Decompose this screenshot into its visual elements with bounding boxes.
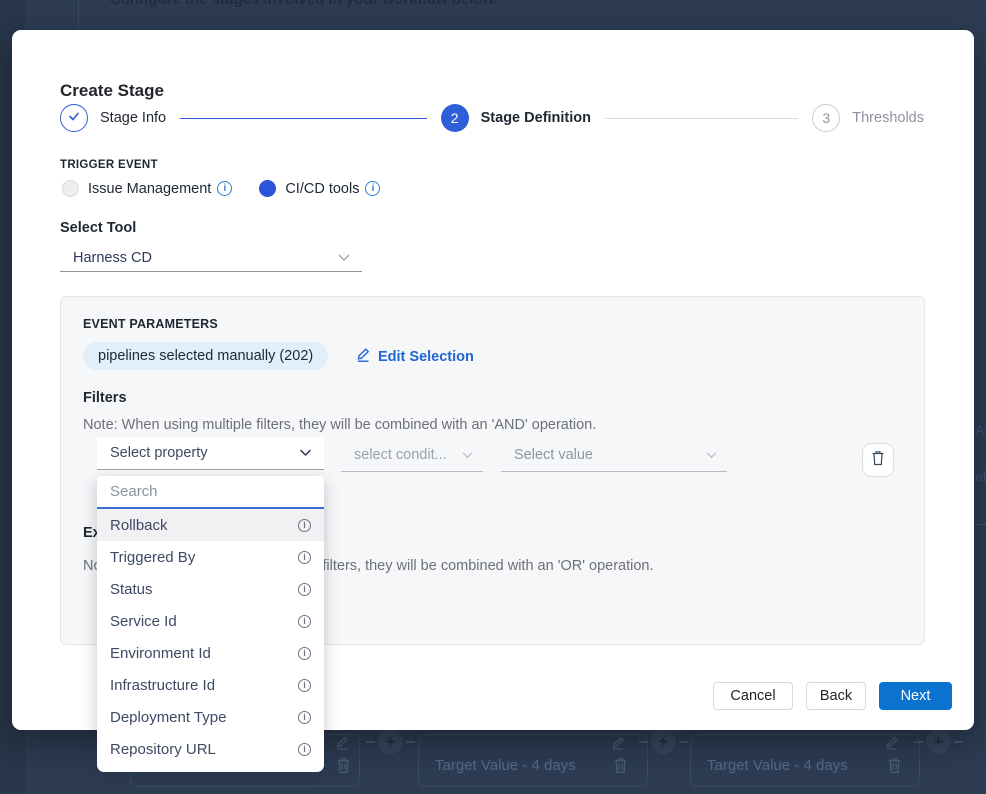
add-stage-button: + (651, 729, 676, 754)
dashed-connector (679, 741, 688, 743)
cancel-button[interactable]: Cancel (713, 682, 793, 710)
add-stage-button: + (926, 729, 951, 754)
option-label: Status (110, 581, 153, 598)
info-icon[interactable]: i (298, 519, 311, 532)
filters-heading: Filters (83, 390, 127, 406)
option-label: Deployment Type (110, 709, 226, 726)
chevron-down-icon (462, 446, 473, 464)
edit-selection-label: Edit Selection (378, 349, 474, 365)
option-label: Rollback (110, 517, 168, 534)
workflow-card-label: Target Value - 4 days (707, 757, 848, 774)
edit-selection-link[interactable]: Edit Selection (355, 347, 474, 367)
edit-icon (334, 735, 352, 751)
step-stage-definition[interactable]: 2 Stage Definition (441, 104, 591, 132)
trigger-event-options: Issue Management i CI/CD tools i (62, 180, 380, 197)
radio-label: Issue Management (88, 181, 211, 197)
option-status[interactable]: Status i (97, 573, 324, 605)
condition-placeholder: select condit... (354, 447, 447, 463)
workflow-card-label: Target Value - 4 days (435, 757, 576, 774)
chevron-down-icon (299, 444, 312, 462)
edit-icon (355, 347, 378, 367)
background-text-fragment: Ap (975, 422, 986, 438)
option-label: Triggered By (110, 549, 195, 566)
step-complete-circle (60, 104, 88, 132)
info-icon[interactable]: i (298, 615, 311, 628)
dashed-connector (954, 741, 963, 743)
condition-dropdown[interactable]: select condit... (341, 439, 483, 472)
trash-icon (613, 757, 631, 774)
dashed-connector (639, 741, 648, 743)
dashed-connector (406, 741, 415, 743)
info-icon[interactable]: i (298, 679, 311, 692)
trigger-event-label: TRIGGER EVENT (60, 159, 158, 171)
property-placeholder: Select property (110, 445, 208, 461)
radio-label: CI/CD tools (285, 181, 359, 197)
edit-icon (884, 735, 902, 751)
info-icon[interactable]: i (217, 181, 232, 196)
filters-note: Note: When using multiple filters, they … (83, 417, 596, 433)
radio-selected[interactable] (259, 180, 276, 197)
info-icon[interactable]: i (298, 647, 311, 660)
add-stage-button: + (378, 729, 403, 754)
info-icon[interactable]: i (298, 583, 311, 596)
delete-filter-button[interactable] (862, 443, 894, 477)
option-repository-url[interactable]: Repository URL i (97, 733, 324, 765)
chevron-down-icon (706, 446, 717, 464)
step-stage-info[interactable]: Stage Info (60, 104, 166, 132)
option-label: Infrastructure Id (110, 677, 215, 694)
event-parameters-heading: EVENT PARAMETERS (83, 317, 218, 331)
select-tool-value: Harness CD (73, 250, 152, 266)
step-label: Thresholds (852, 110, 924, 126)
option-triggered-by[interactable]: Triggered By i (97, 541, 324, 573)
radio-issue-management[interactable]: Issue Management i (62, 180, 232, 197)
back-button[interactable]: Back (806, 682, 866, 710)
create-stage-modal: Create Stage Stage Info 2 Stage Definiti… (12, 30, 974, 730)
option-label: Repository URL (110, 741, 216, 758)
property-dropdown[interactable]: Select property (97, 437, 324, 470)
stepper-connector (180, 118, 427, 119)
info-icon[interactable]: i (365, 181, 380, 196)
step-label: Stage Info (100, 110, 166, 126)
step-thresholds[interactable]: 3 Thresholds (812, 104, 924, 132)
background-divider (78, 0, 79, 30)
modal-title: Create Stage (60, 81, 164, 101)
option-rollback[interactable]: Rollback i (97, 509, 324, 541)
check-icon (66, 108, 82, 129)
option-infrastructure-id[interactable]: Infrastructure Id i (97, 669, 324, 701)
edit-icon (610, 735, 628, 751)
radio-cicd-tools[interactable]: CI/CD tools i (259, 180, 380, 197)
search-field (97, 476, 324, 509)
step-number: 2 (441, 104, 469, 132)
option-deployment-type[interactable]: Deployment Type i (97, 701, 324, 733)
info-icon[interactable]: i (298, 551, 311, 564)
selection-pill: pipelines selected manually (202) (83, 342, 328, 370)
step-number: 3 (812, 104, 840, 132)
info-icon[interactable]: i (298, 711, 311, 724)
stepper-connector (605, 118, 798, 119)
option-service-id[interactable]: Service Id i (97, 605, 324, 637)
option-environment-id[interactable]: Environment Id i (97, 637, 324, 669)
dashed-connector (914, 741, 923, 743)
value-dropdown[interactable]: Select value (501, 439, 727, 472)
select-tool-label: Select Tool (60, 220, 136, 236)
option-label: Environment Id (110, 645, 211, 662)
step-label: Stage Definition (481, 110, 591, 126)
trash-icon (871, 450, 885, 471)
value-placeholder: Select value (514, 447, 593, 463)
dashed-connector (366, 741, 375, 743)
background-header-text: Configure the stages involved in your wo… (110, 0, 498, 8)
chevron-down-icon (338, 249, 350, 267)
background-text-fragment: et (975, 468, 986, 484)
next-button[interactable]: Next (879, 682, 952, 710)
search-input[interactable] (110, 483, 311, 500)
info-icon[interactable]: i (298, 743, 311, 756)
stepper: Stage Info 2 Stage Definition 3 Threshol… (60, 103, 924, 133)
property-dropdown-menu: Rollback i Triggered By i Status i Service … (97, 476, 324, 772)
option-label: Service Id (110, 613, 177, 630)
select-tool-dropdown[interactable]: Harness CD (60, 244, 362, 272)
radio-unselected[interactable] (62, 180, 79, 197)
trash-icon (887, 757, 905, 774)
trash-icon (336, 757, 354, 774)
